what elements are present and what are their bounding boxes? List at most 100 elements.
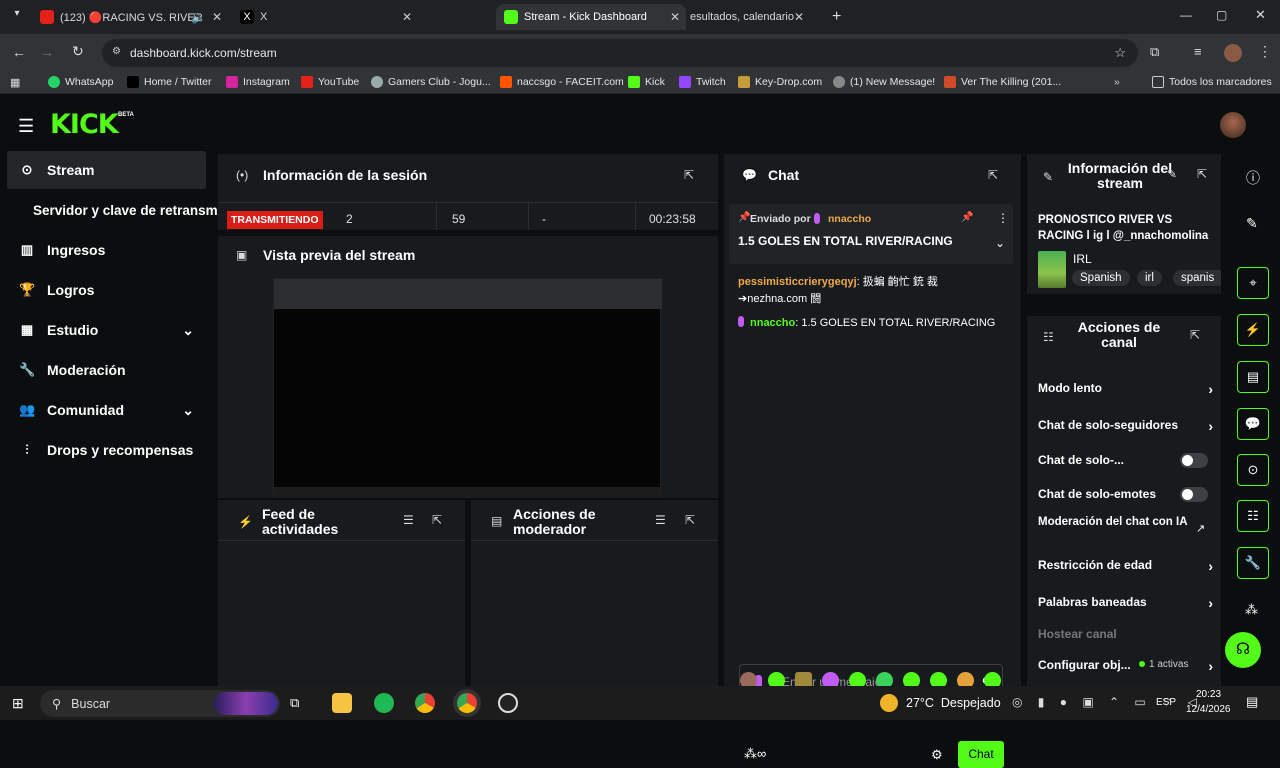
- tab-search-icon[interactable]: ▾: [8, 8, 26, 26]
- sidebar-item-estudio[interactable]: ▦ Estudio ⌄: [7, 311, 206, 349]
- tag-chip[interactable]: spanis: [1173, 270, 1221, 286]
- apps-grid-icon[interactable]: ▦: [10, 76, 20, 89]
- hamburger-menu-icon[interactable]: ☰: [18, 116, 34, 137]
- bookmark-faceit[interactable]: naccsgo - FACEIT.com: [500, 76, 624, 88]
- profile-avatar[interactable]: [1224, 44, 1242, 62]
- chat-send-button[interactable]: Chat: [958, 741, 1004, 768]
- sidebar-item-moderacion[interactable]: 🔧 Moderación: [7, 351, 206, 389]
- action-followers-only[interactable]: Chat de solo-seguidores ›: [1038, 418, 1213, 434]
- weather-text[interactable]: 27°C Despejado: [906, 696, 1001, 710]
- close-icon[interactable]: ✕: [794, 10, 804, 24]
- chevron-down-icon[interactable]: ⌄: [995, 236, 1005, 250]
- action-ai-moderation[interactable]: Moderación del chat con IA: [1038, 516, 1188, 528]
- bookmark-youtube[interactable]: YouTube: [301, 76, 359, 88]
- action-host-channel[interactable]: Hostear canal: [1038, 627, 1117, 641]
- bookmark-gamersclub[interactable]: Gamers Club - Jogu...: [371, 76, 491, 88]
- close-icon[interactable]: 🔈: [191, 10, 206, 24]
- chrome-icon[interactable]: [457, 693, 477, 713]
- popout-icon[interactable]: ⇱: [432, 513, 442, 527]
- bookmarks-overflow[interactable]: »: [1114, 76, 1120, 88]
- media-icon[interactable]: ≡: [1194, 44, 1202, 59]
- minimize-button[interactable]: —: [1180, 8, 1192, 22]
- filter-icon[interactable]: ☰: [403, 513, 414, 527]
- edit-icon[interactable]: ✎: [1167, 167, 1177, 181]
- tag-chip[interactable]: Spanish: [1072, 270, 1130, 286]
- chat-username[interactable]: nnaccho: [750, 317, 795, 329]
- action-banned-words[interactable]: Palabras baneadas ›: [1038, 595, 1213, 611]
- action-slow-mode[interactable]: Modo lento ›: [1038, 381, 1213, 397]
- language-indicator[interactable]: ESP: [1156, 697, 1176, 708]
- taskbar-search[interactable]: ⚲ Buscar: [40, 690, 280, 717]
- action-age-restriction[interactable]: Restricción de edad ›: [1038, 558, 1213, 574]
- category-name[interactable]: IRL: [1073, 252, 1092, 266]
- info-icon[interactable]: ⓘ: [1246, 168, 1260, 188]
- sidebar-item-stream[interactable]: ⊙ Stream: [7, 151, 206, 189]
- url-input[interactable]: ⚙ dashboard.kick.com/stream ☆: [102, 39, 1138, 67]
- user-avatar[interactable]: [1220, 112, 1246, 138]
- popout-icon[interactable]: ⇱: [684, 168, 694, 182]
- chat-username[interactable]: pessimisticcrierygeqyj: [738, 276, 857, 288]
- new-tab-button[interactable]: +: [832, 8, 841, 26]
- reload-icon[interactable]: ↻: [72, 43, 84, 60]
- obs-icon[interactable]: [498, 693, 518, 713]
- sidebar-item-comunidad[interactable]: 👥 Comunidad ⌄: [7, 391, 206, 429]
- back-icon[interactable]: ←: [12, 44, 26, 60]
- unpin-icon[interactable]: 📌: [961, 212, 973, 223]
- popout-icon[interactable]: ⇱: [685, 513, 695, 527]
- bookmark-keydrop[interactable]: Key-Drop.com: [738, 76, 822, 88]
- clock-time[interactable]: 20:23: [1196, 689, 1221, 700]
- bookmark-kick[interactable]: Kick: [628, 76, 665, 88]
- sidebar-item-server-key[interactable]: Servidor y clave de retransmisión: [7, 191, 219, 229]
- rail-button-bolt[interactable]: ⚡: [1237, 314, 1269, 346]
- bookmark-star-icon[interactable]: ☆: [1114, 45, 1126, 61]
- chrome-icon[interactable]: [415, 693, 435, 713]
- more-icon[interactable]: ⋮: [997, 211, 1009, 225]
- tab-kick-dashboard[interactable]: Stream - Kick Dashboard ✕: [496, 4, 686, 30]
- bookmark-twitch[interactable]: Twitch: [679, 76, 726, 88]
- clock-date[interactable]: 12/4/2026: [1186, 704, 1231, 715]
- forward-icon[interactable]: →: [40, 44, 54, 60]
- bookmark-killing[interactable]: Ver The Killing (201...: [944, 76, 1061, 88]
- gear-icon[interactable]: ⚙: [931, 747, 943, 763]
- bookmark-instagram[interactable]: Instagram: [226, 76, 290, 88]
- close-icon[interactable]: ✕: [670, 10, 680, 24]
- support-headset-icon[interactable]: ☊: [1225, 632, 1261, 668]
- kicks-icon[interactable]: ⁂: [1245, 602, 1258, 618]
- browser-menu-icon[interactable]: ⋮: [1258, 43, 1272, 60]
- maximize-button[interactable]: ▢: [1216, 8, 1227, 22]
- sidebar-item-drops[interactable]: ⫶ Drops y recompensas: [7, 431, 206, 469]
- tab-x[interactable]: X X ✕: [232, 4, 418, 30]
- site-info-icon[interactable]: ⚙: [112, 46, 121, 57]
- notification-icon[interactable]: ▤: [1246, 694, 1258, 710]
- kick-logo[interactable]: KICK: [50, 109, 119, 140]
- task-view-icon[interactable]: ⧉: [290, 695, 299, 711]
- sidebar-item-ingresos[interactable]: ▥ Ingresos: [7, 231, 206, 269]
- close-window-button[interactable]: ✕: [1255, 7, 1266, 23]
- close-icon[interactable]: ✕: [212, 10, 222, 24]
- subs-only-toggle[interactable]: [1180, 453, 1208, 468]
- popout-icon[interactable]: ⇱: [1197, 167, 1207, 181]
- stream-preview-video[interactable]: [273, 278, 662, 497]
- emotes-only-toggle[interactable]: [1180, 487, 1208, 502]
- spotify-icon[interactable]: [374, 693, 394, 713]
- external-link-icon[interactable]: ↗: [1196, 522, 1205, 535]
- rail-button-chat[interactable]: 💬: [1237, 408, 1269, 440]
- windows-start-icon[interactable]: ⊞: [12, 695, 24, 712]
- sidebar-item-logros[interactable]: 🏆 Logros: [7, 271, 206, 309]
- bookmark-twitter[interactable]: Home / Twitter: [127, 76, 212, 88]
- rail-button-focus[interactable]: ⌖: [1237, 267, 1269, 299]
- filter-icon[interactable]: ☰: [655, 513, 666, 527]
- bookmark-all[interactable]: Todos los marcadores: [1152, 76, 1272, 88]
- close-icon[interactable]: ✕: [402, 10, 412, 24]
- extensions-icon[interactable]: ⧉: [1150, 44, 1159, 60]
- popout-icon[interactable]: ⇱: [988, 168, 998, 182]
- category-thumbnail[interactable]: [1038, 251, 1066, 288]
- popout-icon[interactable]: ⇱: [1190, 328, 1200, 342]
- rail-button-broadcast[interactable]: ⊙: [1237, 454, 1269, 486]
- tag-chip[interactable]: irl: [1137, 270, 1162, 286]
- file-explorer-icon[interactable]: [332, 693, 352, 713]
- rail-button-layers[interactable]: ☷: [1237, 500, 1269, 532]
- rail-button-document[interactable]: ▤: [1237, 361, 1269, 393]
- tab-youtube[interactable]: (123) 🔴RACING VS. RIVER 🔈 ✕: [32, 4, 228, 30]
- bookmark-new-message[interactable]: (1) New Message!: [833, 76, 935, 88]
